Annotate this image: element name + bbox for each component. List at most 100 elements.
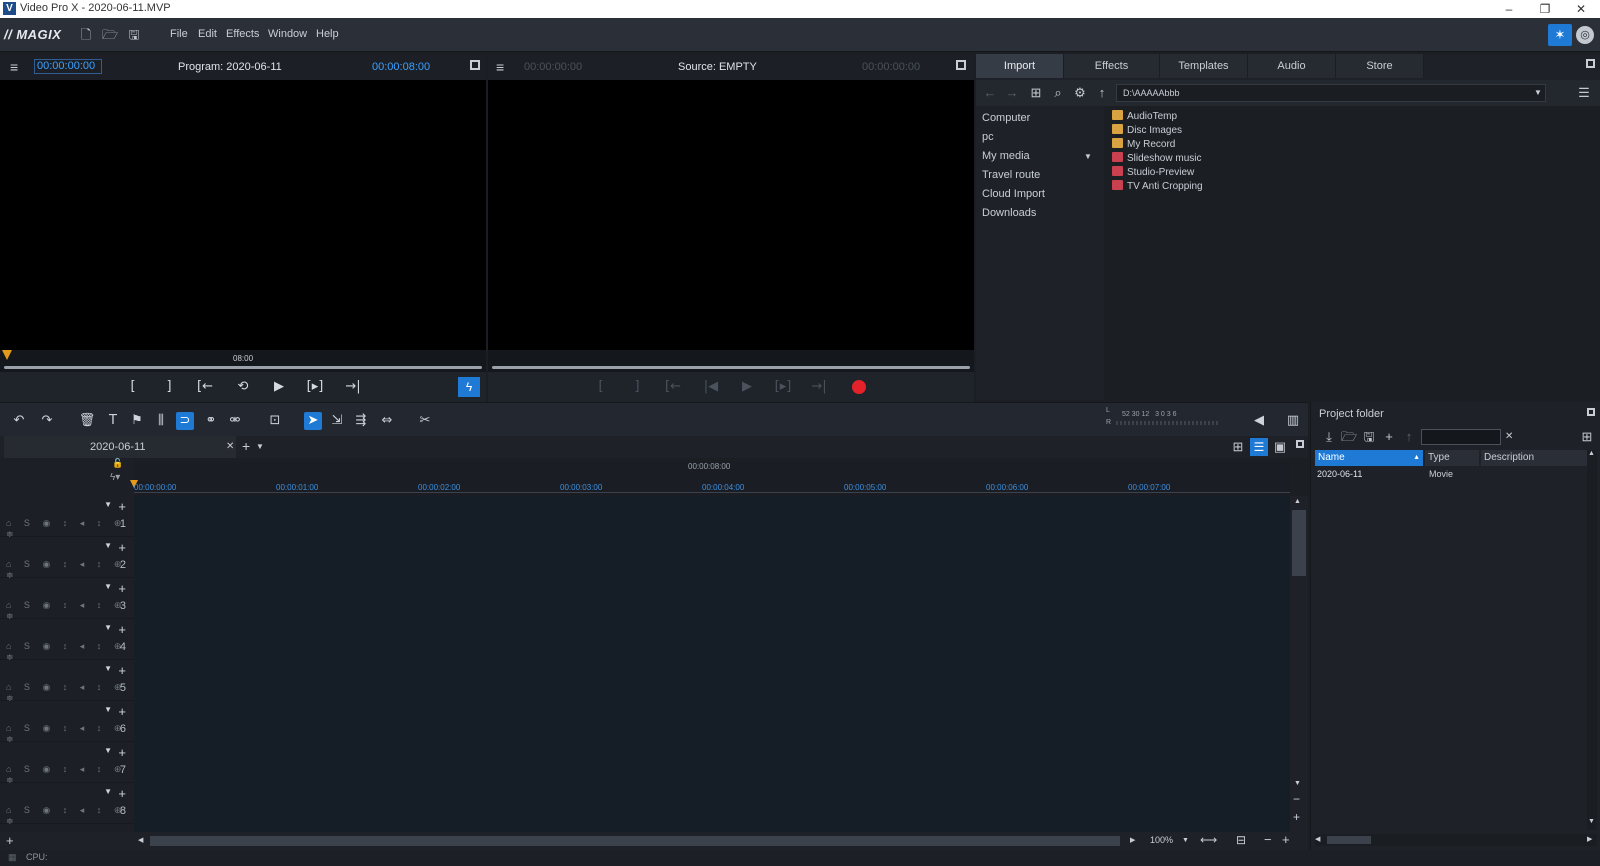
timeline-view-icon[interactable]: ☰ [1250, 438, 1268, 456]
track-header[interactable]: ▼ + ⌂ S ◉ ↕ ◂ ↕ ⊕ ≑ 3 [0, 578, 134, 621]
loop-button[interactable]: ⟲ [234, 378, 252, 396]
link-icon[interactable]: ⚭ [202, 412, 220, 430]
source-menu-icon[interactable]: ≡ [496, 59, 504, 75]
project-maximize-icon[interactable] [1587, 408, 1595, 416]
speaker-icon[interactable]: ◀ [1250, 412, 1268, 430]
track-controls[interactable]: ⌂ S ◉ ↕ ◂ ↕ ⊕ ≑ [6, 805, 134, 827]
source-go-to-end-button[interactable]: →| [810, 378, 828, 396]
program-scrubber[interactable]: 08:00 [0, 350, 486, 372]
horizontal-scroll-thumb[interactable] [150, 836, 1120, 846]
menu-edit[interactable]: Edit [198, 28, 217, 40]
settings-circle-icon[interactable]: ◎ [1576, 26, 1594, 44]
scene-view-icon[interactable]: ▣ [1272, 439, 1288, 455]
add-track-icon[interactable]: + [118, 745, 126, 760]
save-icon[interactable]: 🖫 [126, 27, 142, 43]
add-track-icon[interactable]: + [118, 540, 126, 555]
scroll-left-icon[interactable]: ◀ [138, 836, 143, 844]
tab-effects[interactable]: Effects [1064, 54, 1160, 78]
title-text-icon[interactable]: T [104, 412, 122, 430]
track-collapse-icon[interactable]: ▼ [104, 787, 112, 796]
timeline-ruler[interactable]: 00:00:08:00 00:00:00:00 00:00:01:00 00:0… [130, 462, 1290, 496]
fit-project-icon[interactable]: ⊟ [1236, 833, 1246, 847]
menu-help[interactable]: Help [316, 28, 339, 40]
menu-effects[interactable]: Effects [226, 28, 259, 40]
folder-open-icon[interactable]: 🗁 [1341, 429, 1357, 445]
restore-button[interactable]: ❐ [1530, 1, 1560, 17]
new-file-icon[interactable]: 🗋 [78, 27, 94, 43]
path-input[interactable]: D:\AAAAAbbb [1116, 84, 1546, 102]
source-play-button[interactable]: ▶ [738, 378, 756, 396]
project-hscrollbar[interactable]: ◀ ▶ [1315, 834, 1597, 846]
split-icon[interactable]: ⫼ [152, 412, 170, 430]
close-button[interactable]: ✕ [1566, 1, 1596, 17]
tab-import[interactable]: Import [976, 54, 1064, 78]
file-item[interactable]: AudioTemp [1112, 110, 1177, 122]
table-row[interactable]: 2020-06-11 Movie [1315, 468, 1591, 482]
lock-icon[interactable]: 🔓 [112, 458, 123, 469]
project-search-input[interactable] [1421, 429, 1501, 445]
source-play-range-button[interactable]: [▸] [774, 378, 792, 396]
track-collapse-icon[interactable]: ▼ [104, 746, 112, 755]
tree-item-my-media[interactable]: My media [982, 150, 1030, 162]
scroll-down-icon[interactable]: ▼ [1294, 780, 1301, 787]
import-maximize-icon[interactable] [1586, 59, 1595, 68]
track-collapse-icon[interactable]: ▼ [104, 623, 112, 632]
playhead-marker-icon[interactable] [2, 350, 12, 360]
source-prev-button[interactable]: |◀ [702, 378, 720, 396]
range-select-icon[interactable]: ⇲ [328, 412, 346, 430]
magnet-icon[interactable]: ⊃ [176, 412, 194, 430]
track-header[interactable]: ▼ + ⌂ S ◉ ↕ ◂ ↕ ⊕ ≑ 5 [0, 660, 134, 703]
track-collapse-icon[interactable]: ▼ [104, 705, 112, 714]
add-track-icon[interactable]: + [118, 704, 126, 719]
clear-search-icon[interactable]: ✕ [1505, 431, 1513, 442]
timeline-maximize-icon[interactable] [1296, 440, 1304, 448]
col-description[interactable]: Description [1481, 450, 1589, 466]
file-item[interactable]: TV Anti Cropping [1112, 180, 1203, 192]
file-item[interactable]: Disc Images [1112, 124, 1182, 136]
program-timecode-length[interactable]: 00:00:08:00 [372, 61, 430, 73]
program-scrub-track[interactable] [4, 366, 482, 369]
track-header[interactable]: ▼ + ⌂ S ◉ ↕ ◂ ↕ ⊕ ≑ 1 [0, 496, 134, 539]
lightning-icon[interactable]: ϟ [458, 377, 480, 397]
col-type[interactable]: Type [1425, 450, 1479, 466]
add-track-icon[interactable]: + [118, 622, 126, 637]
zoom-out-icon[interactable]: − [1264, 832, 1272, 847]
undo-icon[interactable]: ↶ [10, 412, 28, 430]
fit-width-icon[interactable]: ⟷ [1200, 833, 1217, 847]
scroll-up-icon[interactable]: ▲ [1294, 498, 1301, 505]
track-header[interactable]: ▼ + ⌂ S ◉ ↕ ◂ ↕ ⊕ ≑ 7 [0, 742, 134, 785]
add-track-bottom-icon[interactable]: + [6, 833, 14, 848]
up-icon[interactable]: ↑ [1401, 429, 1417, 445]
tree-view-icon[interactable]: ⊞ [1028, 85, 1044, 101]
multi-select-icon[interactable]: ⇶ [352, 412, 370, 430]
tree-item-cloud-import[interactable]: Cloud Import [982, 188, 1045, 200]
wand-icon[interactable]: ✶ [1548, 24, 1572, 46]
file-item[interactable]: My Record [1112, 138, 1175, 150]
menu-window[interactable]: Window [268, 28, 307, 40]
import-icon[interactable]: ⤓ [1321, 429, 1337, 445]
play-button[interactable]: ▶ [270, 378, 288, 396]
add-track-icon[interactable]: + [118, 499, 126, 514]
storyboard-view-icon[interactable]: ⊞ [1230, 439, 1246, 455]
menu-file[interactable]: File [170, 28, 188, 40]
add-track-icon[interactable]: + [118, 581, 126, 596]
insert-icon[interactable]: ⊡ [266, 412, 284, 430]
add-timeline-dropdown-icon[interactable]: ▼ [256, 442, 264, 451]
project-scroll-right-icon[interactable]: ▶ [1587, 835, 1592, 843]
go-to-end-button[interactable]: →| [344, 378, 362, 396]
source-mark-out-button[interactable]: ] [628, 378, 646, 396]
scroll-right-icon[interactable]: ▶ [1130, 836, 1135, 844]
source-scrub-track[interactable] [492, 366, 970, 369]
add-track-icon[interactable]: + [118, 786, 126, 801]
path-dropdown-icon[interactable]: ▼ [1534, 88, 1542, 97]
tree-item-pc[interactable]: pc [982, 131, 994, 143]
marker-flag-icon[interactable]: ⚑ [128, 412, 146, 430]
track-header[interactable]: ▼ + ⌂ S ◉ ↕ ◂ ↕ ⊕ ≑ 2 [0, 537, 134, 580]
mixer-icon[interactable]: ▥ [1284, 412, 1302, 430]
mark-in-button[interactable]: [ [124, 378, 142, 396]
source-mark-in-button[interactable]: [ [592, 378, 610, 396]
grid-view-icon[interactable]: ⊞ [1579, 429, 1595, 445]
tree-item-travel-route[interactable]: Travel route [982, 169, 1040, 181]
redo-icon[interactable]: ↷ [38, 412, 56, 430]
record-button[interactable] [852, 380, 866, 394]
